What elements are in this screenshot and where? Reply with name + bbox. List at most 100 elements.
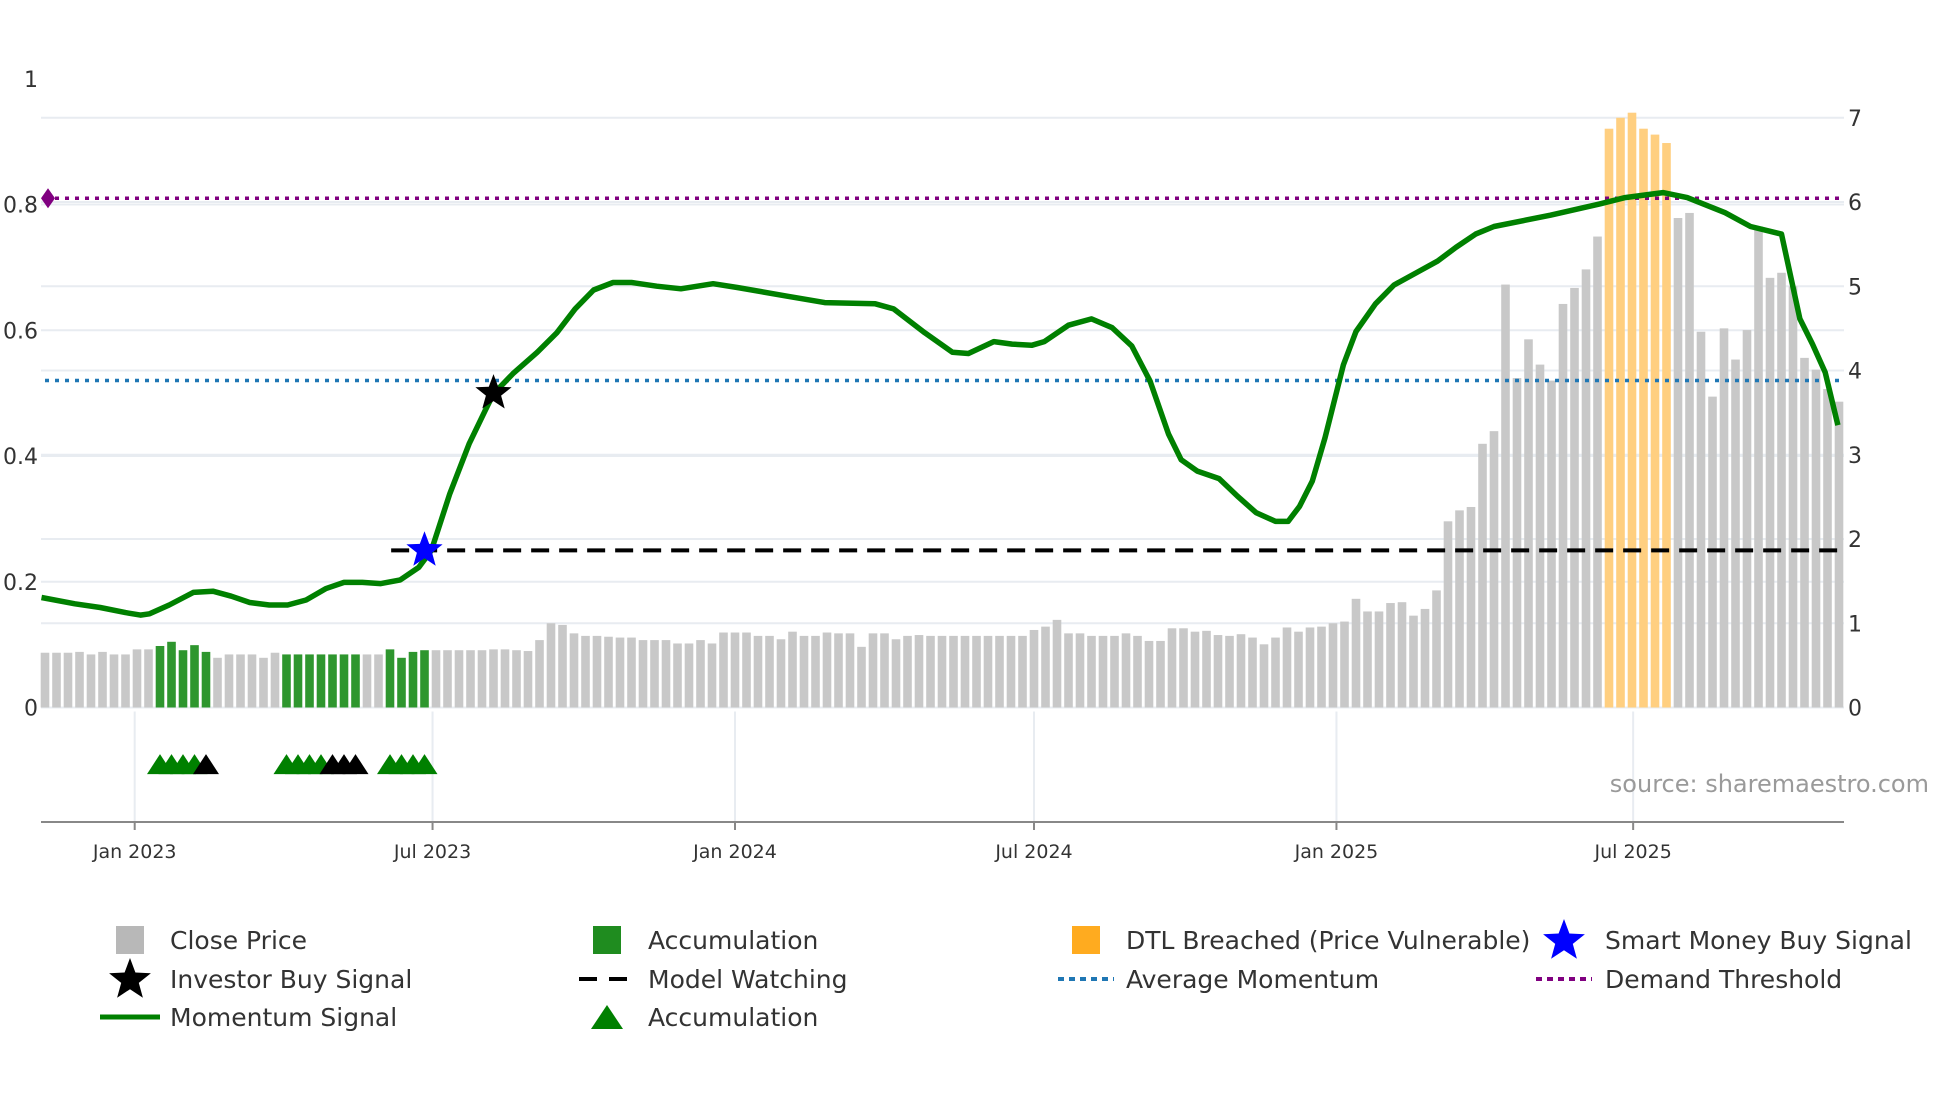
accumulation-bar	[190, 645, 199, 708]
dtl-breached-bar	[1662, 143, 1671, 708]
accumulation-bar	[408, 651, 418, 708]
x-tick-label: Jan 2023	[92, 841, 177, 863]
legend-label: Close Price	[170, 926, 307, 955]
close-price-bar	[1466, 506, 1476, 708]
y-right-tick-label: 6	[1848, 191, 1862, 216]
close-price-bar	[569, 633, 579, 708]
close-price-bar	[535, 640, 544, 708]
x-tick-label: Jan 2025	[1294, 841, 1379, 863]
close-price-bar	[1075, 633, 1085, 708]
dtl-breached-bar	[1604, 128, 1614, 708]
legend-item-momentum: Momentum Signal	[100, 1003, 397, 1032]
close-price-bar	[431, 650, 441, 708]
close-price-bar	[1397, 602, 1407, 708]
close-price-bar	[1340, 621, 1349, 708]
x-tick-label: Jul 2023	[393, 841, 471, 863]
legend: Close Price Accumulation DTL Breached (Pri…	[100, 919, 1912, 1032]
close-price-bar	[661, 640, 671, 708]
close-price-bar	[121, 654, 130, 708]
close-price-bar	[1754, 226, 1763, 708]
close-price-bar	[1558, 303, 1568, 708]
close-price-bar	[1052, 619, 1062, 708]
accumulation-bar	[420, 650, 429, 708]
close-price-bar	[1259, 644, 1269, 708]
close-price-bar	[1823, 389, 1832, 708]
close-price-bar	[98, 651, 107, 708]
legend-label: Model Watching	[648, 965, 848, 994]
y-left-tick-label: 0	[24, 697, 38, 722]
legend-item-demand: Demand Threshold	[1536, 965, 1842, 994]
close-price-bar	[891, 639, 901, 708]
close-price-bar	[1271, 637, 1280, 708]
close-price-bar	[834, 633, 843, 708]
close-price-bar	[914, 635, 924, 708]
accumulation-bar	[385, 649, 395, 708]
close-price-bar	[40, 652, 50, 708]
close-price-bar	[1834, 401, 1844, 708]
close-price-bar	[1351, 598, 1361, 708]
x-tick-label: Jul 2025	[1593, 841, 1671, 863]
accumulation-bar	[305, 654, 314, 708]
close-price-bar	[1685, 212, 1694, 708]
legend-label: Investor Buy Signal	[170, 965, 412, 994]
close-price-bar	[788, 631, 797, 708]
accumulation-bar	[167, 641, 176, 708]
legend-item-model-watching: Model Watching	[579, 965, 848, 994]
close-price-bar	[454, 650, 464, 708]
accumulation-bar	[178, 650, 188, 708]
y-right-tick-label: 1	[1848, 612, 1862, 637]
close-price-bar	[144, 649, 153, 708]
close-price-bar	[1455, 510, 1464, 708]
close-price-bar	[132, 649, 142, 708]
close-price-bar	[1328, 623, 1338, 708]
close-price-bar	[1696, 331, 1706, 708]
legend-label: Demand Threshold	[1605, 965, 1842, 994]
close-price-bar	[1524, 339, 1533, 708]
y-right-tick-label: 0	[1848, 697, 1862, 722]
accumulation-bar	[316, 654, 326, 708]
close-price-bar	[374, 654, 383, 708]
legend-label: Accumulation	[648, 926, 818, 955]
close-price-bar	[868, 633, 878, 708]
close-price-bar	[650, 640, 659, 708]
dtl-breached-bar	[1627, 112, 1637, 708]
close-price-bar	[1305, 627, 1315, 708]
y-right-tick-label: 2	[1848, 528, 1862, 553]
legend-label: Average Momentum	[1126, 965, 1379, 994]
close-price-bar	[811, 635, 820, 708]
y-left-tick-label: 0.6	[3, 319, 38, 344]
y-left-tick-label: 0.4	[3, 445, 38, 470]
close-price-bar	[1064, 633, 1073, 708]
legend-item-accumulation-bar: Accumulation	[593, 926, 818, 955]
close-price-bar	[1110, 635, 1119, 708]
close-price-bar	[1432, 590, 1441, 708]
close-price-bar	[1570, 287, 1579, 708]
close-price-bar	[1581, 269, 1591, 708]
close-price-bar	[546, 623, 556, 708]
close-price-bar	[822, 632, 832, 708]
close-price-bar	[523, 651, 533, 708]
y-right-tick-label: 3	[1848, 444, 1862, 469]
x-tick-label: Jan 2024	[692, 841, 777, 863]
close-price-bar	[776, 639, 786, 708]
close-price-bar	[684, 643, 694, 708]
close-price-bar	[512, 650, 521, 708]
close-price-bar	[1673, 218, 1683, 708]
close-price-bar	[270, 652, 280, 708]
close-price-bar	[1282, 627, 1292, 708]
close-price-bar	[63, 652, 73, 708]
legend-item-investor: Investor Buy Signal	[109, 958, 412, 998]
close-price-bar	[1144, 640, 1154, 708]
close-price-bar	[109, 654, 119, 708]
close-price-bar	[477, 650, 487, 708]
close-price-bar	[1501, 284, 1510, 708]
close-price-bar	[926, 635, 935, 708]
close-price-bar	[753, 635, 763, 708]
y-left-tick-label: 0.2	[3, 571, 38, 596]
close-price-bar	[1593, 236, 1602, 708]
close-price-bar	[995, 635, 1004, 708]
close-price-bar	[1167, 628, 1177, 708]
close-price-bar	[362, 654, 372, 708]
close-price-bar	[983, 635, 993, 708]
close-price-bar	[500, 649, 510, 708]
